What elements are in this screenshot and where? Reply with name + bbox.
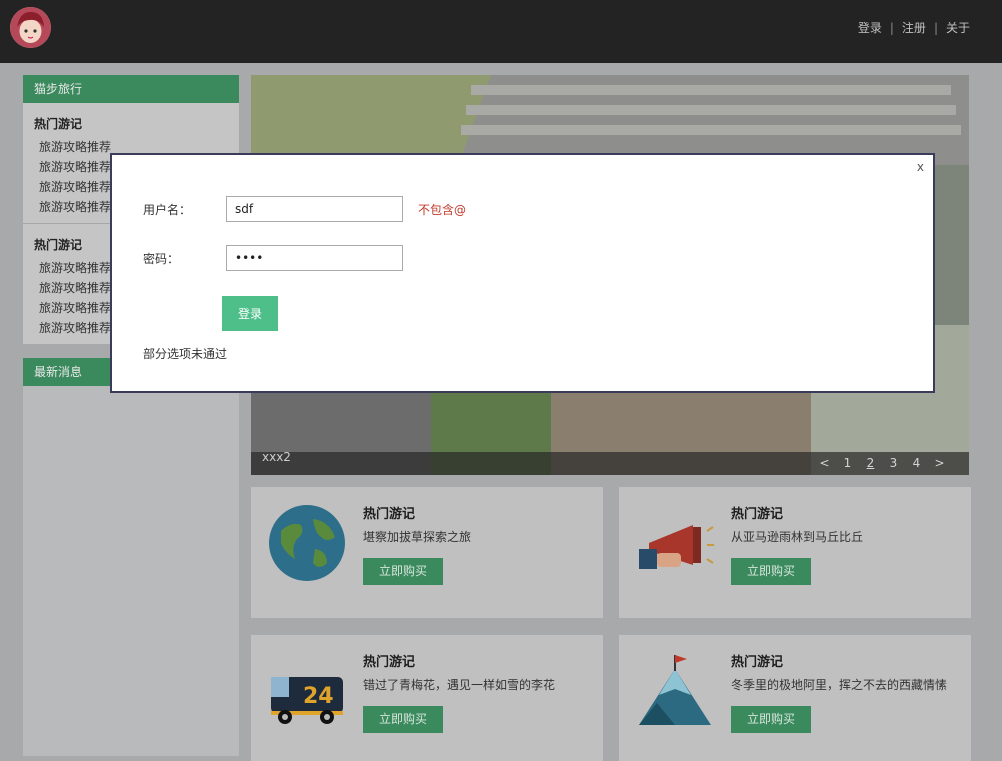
password-label: 密码： <box>143 252 180 266</box>
sidebar-title: 猫步旅行 <box>23 75 239 103</box>
svg-text:24: 24 <box>303 684 334 709</box>
login-link[interactable]: 登录 <box>858 21 882 35</box>
pager-page-active[interactable]: 2 <box>859 456 882 470</box>
pager-page[interactable]: 1 <box>836 456 859 470</box>
nav-separator: | <box>933 21 938 35</box>
delivery-truck-icon: 24 <box>271 677 343 724</box>
buy-now-button[interactable]: 立即购买 <box>363 706 443 733</box>
card-title: 热门游记 <box>363 655 416 670</box>
close-icon[interactable]: x <box>917 160 924 174</box>
buy-now-button[interactable]: 立即购买 <box>363 558 443 585</box>
product-card: 热门游记 从亚马逊雨林到马丘比丘 立即购买 <box>619 487 971 618</box>
about-link[interactable]: 关于 <box>946 21 970 35</box>
sidebar-news-block: 最新消息 <box>23 358 239 756</box>
banner-caption: xxx2 <box>262 450 291 464</box>
top-header: 登录 | 注册 | 关于 <box>0 0 1002 63</box>
section-title: 热门游记 <box>34 117 83 131</box>
pager-next[interactable]: > <box>928 456 951 470</box>
news-body <box>23 386 239 756</box>
register-link[interactable]: 注册 <box>902 21 926 35</box>
username-error: 不包含@ <box>418 203 467 217</box>
product-card: 热门游记 堪察加拔草探索之旅 立即购买 <box>251 487 603 618</box>
password-input[interactable] <box>226 245 403 271</box>
card-title: 热门游记 <box>731 655 784 670</box>
card-title: 热门游记 <box>363 507 416 522</box>
pager-page[interactable]: 4 <box>905 456 928 470</box>
card-description: 从亚马逊雨林到马丘比丘 <box>731 530 864 544</box>
buy-now-button[interactable]: 立即购买 <box>731 706 811 733</box>
login-button[interactable]: 登录 <box>222 296 278 331</box>
login-modal: x 用户名： 不包含@ 密码： 登录 部分选项未通过 <box>110 153 935 393</box>
banner-pager: < 1 2 3 4 > <box>813 456 951 470</box>
card-title: 热门游记 <box>731 507 784 522</box>
banner-caption-bar: xxx2 < 1 2 3 4 > <box>251 450 969 475</box>
username-label: 用户名： <box>143 203 192 217</box>
validation-message: 部分选项未通过 <box>143 347 228 361</box>
product-card: 24 热门游记 错过了青梅花，遇见一样如雪的李花 立即购买 <box>251 635 603 761</box>
card-description: 堪察加拔草探索之旅 <box>363 530 472 544</box>
pager-page[interactable]: 3 <box>882 456 905 470</box>
card-description: 错过了青梅花，遇见一样如雪的李花 <box>363 678 556 692</box>
globe-icon <box>269 505 345 581</box>
top-nav: 登录 | 注册 | 关于 <box>858 19 970 36</box>
buy-now-button[interactable]: 立即购买 <box>731 558 811 585</box>
megaphone-icon <box>639 525 714 569</box>
pager-prev[interactable]: < <box>813 456 836 470</box>
username-input[interactable] <box>226 196 403 222</box>
nav-separator: | <box>889 21 894 35</box>
mountain-flag-icon <box>639 655 711 725</box>
card-description: 冬季里的极地阿里，挥之不去的西藏情愫 <box>731 678 948 692</box>
avatar[interactable] <box>10 7 51 48</box>
product-card: 热门游记 冬季里的极地阿里，挥之不去的西藏情愫 立即购买 <box>619 635 971 761</box>
